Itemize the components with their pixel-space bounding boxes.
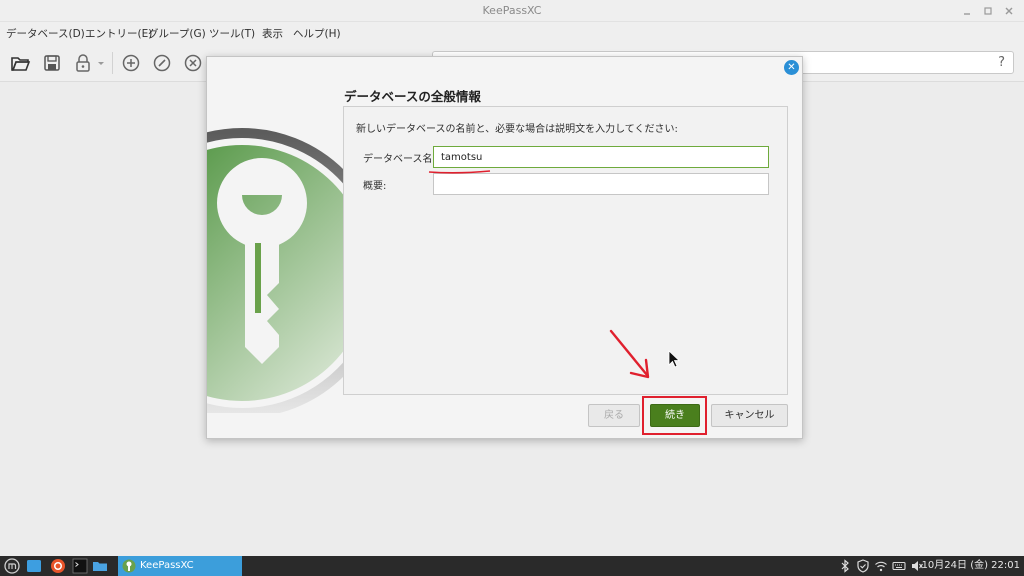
- keyboard-icon[interactable]: [892, 559, 906, 573]
- menu-group[interactable]: グループ(G): [148, 26, 206, 41]
- description-label: 概要:: [363, 181, 387, 192]
- bluetooth-icon[interactable]: [838, 559, 852, 573]
- cancel-button[interactable]: キャンセル: [711, 404, 788, 427]
- intro-text: 新しいデータベースの名前と、必要な場合は説明文を入力してください:: [356, 124, 678, 135]
- menu-entry[interactable]: エントリー(E): [85, 26, 152, 41]
- minimize-icon[interactable]: [959, 3, 975, 19]
- terminal-icon[interactable]: [72, 558, 88, 574]
- firefox-icon[interactable]: [50, 558, 66, 574]
- database-name-input[interactable]: [433, 146, 769, 168]
- taskbar-keepassxc[interactable]: KeePassXC: [118, 556, 242, 576]
- highlight-box-annotation: [642, 396, 707, 435]
- lock-dropdown-icon[interactable]: [96, 52, 106, 74]
- save-icon[interactable]: [41, 52, 63, 74]
- maximize-icon[interactable]: [980, 3, 996, 19]
- open-folder-icon[interactable]: [9, 52, 31, 74]
- red-arrow-annotation: [609, 329, 650, 379]
- mouse-cursor-icon: [668, 350, 681, 368]
- edit-entry-icon[interactable]: [151, 52, 173, 74]
- wifi-icon[interactable]: [874, 559, 888, 573]
- new-database-dialog: ✕ データベースの全般情報 新しいデータベースの名前と、必要な場合は説明文を入力…: [206, 56, 803, 439]
- red-underline-annotation: [428, 170, 491, 174]
- toolbar-separator: [112, 52, 113, 74]
- database-name-label: データベース名:: [363, 154, 436, 165]
- menu-help[interactable]: ヘルプ(H): [293, 26, 341, 41]
- back-button[interactable]: 戻る: [588, 404, 640, 427]
- taskbar-app-label: KeePassXC: [140, 560, 194, 571]
- taskbar: KeePassXC 10月24日 (金) 22:01: [0, 556, 1024, 576]
- add-entry-icon[interactable]: [120, 52, 142, 74]
- menu-tools[interactable]: ツール(T): [209, 26, 255, 41]
- files-icon[interactable]: [26, 558, 42, 574]
- keepassxc-taskbar-icon: [122, 559, 136, 573]
- menu-bar: データベース(D) エントリー(E) グループ(G) ツール(T) 表示 ヘルプ…: [0, 22, 1024, 44]
- mint-menu-icon[interactable]: [4, 558, 20, 574]
- dialog-heading: データベースの全般情報: [344, 89, 481, 104]
- search-help-icon[interactable]: ?: [998, 55, 1005, 70]
- delete-entry-icon[interactable]: [182, 52, 204, 74]
- close-icon[interactable]: [1001, 3, 1017, 19]
- window-title: KeePassXC: [482, 4, 542, 17]
- menu-view[interactable]: 表示: [262, 26, 283, 41]
- content-panel: 新しいデータベースの名前と、必要な場合は説明文を入力してください: データベース…: [343, 106, 788, 395]
- folder-icon[interactable]: [92, 558, 108, 574]
- dialog-close-icon[interactable]: ✕: [784, 60, 799, 75]
- menu-database[interactable]: データベース(D): [6, 26, 85, 41]
- shield-icon[interactable]: [856, 559, 870, 573]
- lock-icon[interactable]: [72, 52, 94, 74]
- window-titlebar: KeePassXC: [0, 0, 1024, 22]
- taskbar-clock[interactable]: 10月24日 (金) 22:01: [922, 556, 1020, 576]
- description-input[interactable]: [433, 173, 769, 195]
